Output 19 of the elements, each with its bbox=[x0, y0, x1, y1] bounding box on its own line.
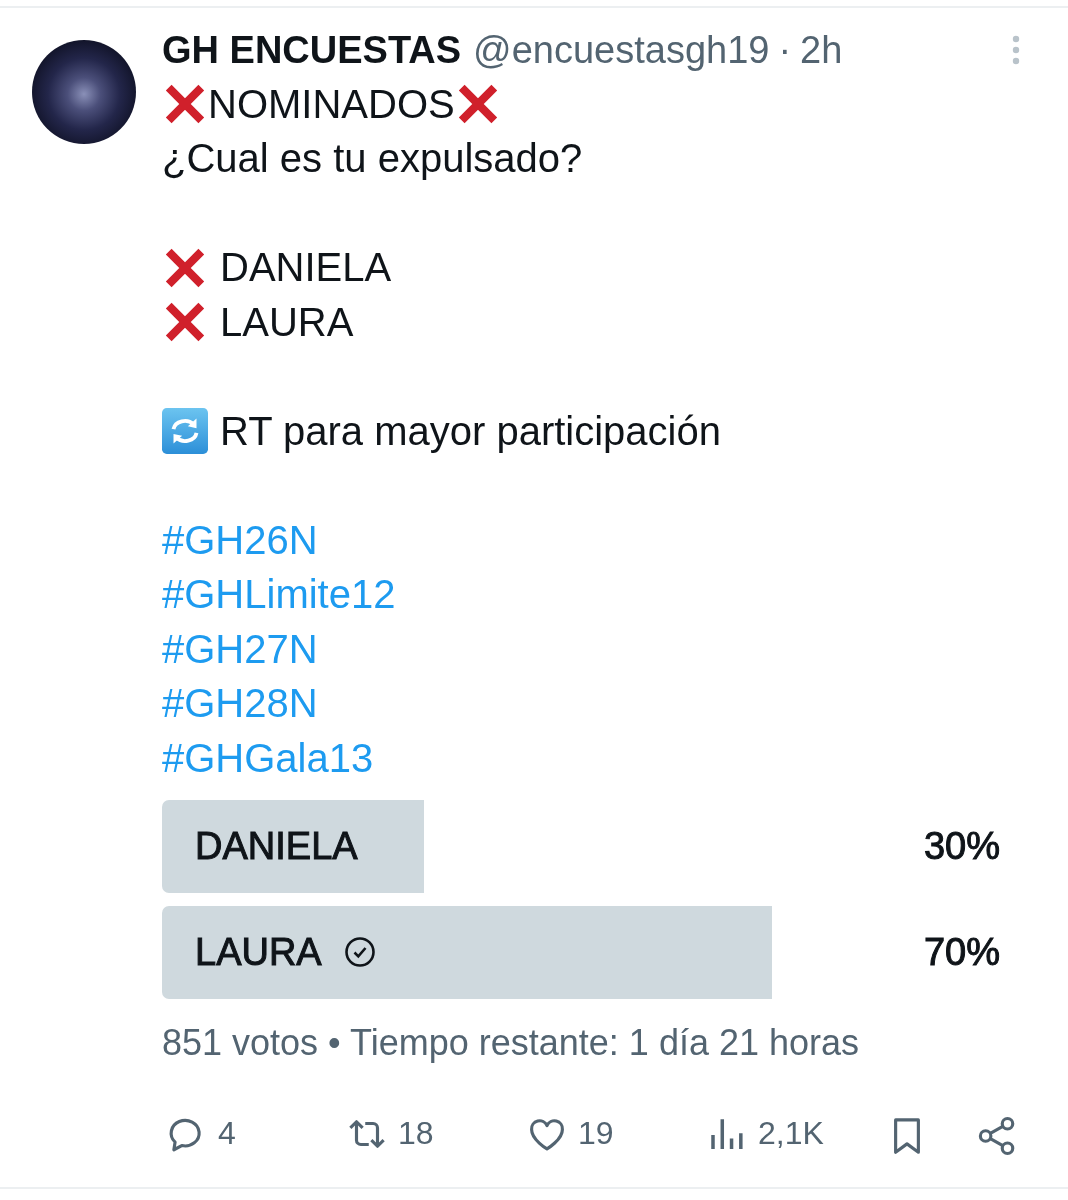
author-name[interactable]: GH ENCUESTAS bbox=[162, 28, 462, 72]
post-text: DANIELA bbox=[220, 245, 392, 291]
poll-percentage: 70% bbox=[923, 930, 1000, 974]
post-text: RT para mayor participación bbox=[220, 408, 721, 454]
repost-button[interactable]: 18 bbox=[346, 1112, 434, 1155]
separator-dot: · bbox=[778, 28, 792, 72]
poll-option-label: DANIELA bbox=[195, 824, 358, 868]
views-button[interactable]: 2,1K bbox=[706, 1112, 824, 1155]
like-button[interactable]: 19 bbox=[526, 1112, 614, 1155]
poll-summary: 851 votos • Tiempo restante: 1 día 21 horas bbox=[162, 1020, 860, 1065]
poll-option-label: LAURA bbox=[195, 930, 322, 974]
post-text: NOMINADOS bbox=[208, 81, 455, 127]
post-text: ¿Cual es tu expulsado? bbox=[162, 136, 583, 182]
post-text: LAURA bbox=[220, 299, 354, 345]
circular-arrows-icon bbox=[162, 408, 208, 455]
poll-percentage: 30% bbox=[923, 824, 1000, 868]
author-handle[interactable]: @encuestasgh19 bbox=[473, 28, 770, 72]
post-time[interactable]: 2h bbox=[800, 28, 843, 72]
reply-button[interactable]: 4 bbox=[166, 1112, 236, 1155]
